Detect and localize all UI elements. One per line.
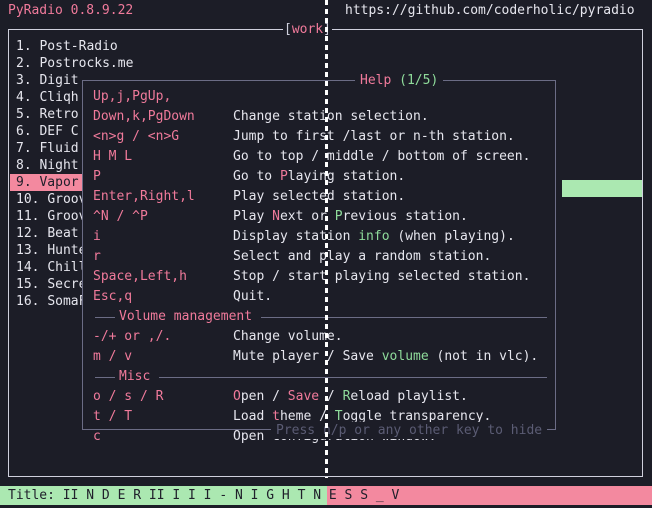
help-row: H M L Go to top / middle / bottom of scr… (83, 147, 557, 167)
help-row: r Select and play a random station. (83, 247, 557, 267)
help-section-volume-header: Volume management (83, 307, 557, 327)
help-keys: c (93, 429, 101, 444)
station-index: 7. (16, 141, 32, 156)
section-rule-right (261, 317, 547, 318)
station-index: 9. (16, 175, 32, 190)
station-name: Digit (39, 73, 79, 88)
help-dialog-body: Up,j,PgUp, Down,k,PgDown Change station … (83, 87, 557, 447)
help-row: m / v Mute player / Save volume (not in … (83, 347, 557, 367)
station-name: Fluid (39, 141, 79, 156)
station-index: 2. (16, 56, 32, 71)
help-section-label: Misc (119, 369, 151, 384)
help-desc: Change station selection. (233, 109, 429, 124)
station-index: 6. (16, 124, 32, 139)
help-row: <n>g / <n>G Jump to first /last or n-th … (83, 127, 557, 147)
station-index: 15. (16, 277, 40, 292)
help-keys: Esc,q (93, 289, 133, 304)
playlist-name: work (291, 22, 324, 37)
station-name: Groov (47, 209, 87, 224)
vertical-split-divider (325, 0, 328, 478)
help-title-page: (1/5) (399, 73, 439, 88)
help-keys: ^N / ^P (93, 209, 148, 224)
station-name: SomaF (47, 294, 87, 309)
status-bar-title-text: Title: II N D E R II I I I - N I G H T N… (8, 488, 400, 503)
help-keys: o / s / R (93, 389, 164, 404)
help-desc: Play selected station. (233, 189, 406, 204)
station-name: Groov (47, 192, 87, 207)
station-name: Secre (47, 277, 87, 292)
help-dialog: Help (1/5) Up,j,PgUp, Down,k,PgDown Chan… (82, 72, 556, 444)
help-keys: <n>g / <n>G (93, 129, 180, 144)
help-row: Esc,q Quit. (83, 287, 557, 307)
help-desc: Go to top / middle / bottom of screen. (233, 149, 531, 164)
help-keys: -/+ or ,/. (93, 329, 172, 344)
help-row: Enter,Right,l Play selected station. (83, 187, 557, 207)
help-desc: Stop / start playing selected station. (233, 269, 531, 284)
station-index: 11. (16, 209, 40, 224)
station-name: Beat (47, 226, 79, 241)
help-desc: Display station info (when playing). (233, 229, 515, 244)
section-rule-left (95, 317, 115, 318)
station-name: Vapor (39, 175, 79, 190)
station-name: Night (39, 158, 79, 173)
help-row: Space,Left,h Stop / start playing select… (83, 267, 557, 287)
terminal-screen: PyRadio 0.8.9.22 https://github.com/code… (0, 0, 652, 508)
station-list-item[interactable]: 2. Postrocks.me (10, 55, 630, 72)
help-keys: H M L (93, 149, 133, 164)
help-desc: Play Next or Previous station. (233, 209, 468, 224)
help-desc: Select and play a random station. (233, 249, 492, 264)
station-name: Retro (39, 107, 79, 122)
station-index: 13. (16, 243, 40, 258)
help-row: Up,j,PgUp, (83, 87, 557, 107)
section-rule-left (95, 377, 115, 378)
help-row: P Go to Playing station. (83, 167, 557, 187)
help-dialog-title: Help (1/5) (355, 72, 444, 89)
station-index: 4. (16, 90, 32, 105)
help-dialog-footer-hint: Press n/p or any other key to hide (271, 422, 548, 439)
help-keys: P (93, 169, 101, 184)
playing-station-highlight (562, 180, 642, 197)
help-row: o / s / R Open / Save / Reload playlist. (83, 387, 557, 407)
station-name: Postrocks.me (39, 56, 134, 71)
station-index: 8. (16, 158, 32, 173)
station-index: 3. (16, 73, 32, 88)
help-keys: r (93, 249, 101, 264)
bracket-open: [ (284, 22, 292, 37)
help-title-word: Help (360, 73, 400, 88)
station-name: Cliqh (39, 90, 79, 105)
station-index: 5. (16, 107, 32, 122)
help-desc: Mute player / Save volume (not in vlc). (233, 349, 539, 364)
help-desc: Go to Playing station. (233, 169, 406, 184)
station-name: Post-Radio (39, 39, 118, 54)
station-index: 10. (16, 192, 40, 207)
help-desc: Quit. (233, 289, 273, 304)
help-section-label: Volume management (119, 309, 253, 324)
station-name: Chill (47, 260, 87, 275)
help-keys: Enter,Right,l (93, 189, 195, 204)
station-name: Hunte (47, 243, 87, 258)
repo-url: https://github.com/coderholic/pyradio (345, 3, 635, 18)
help-desc: Open / Save / Reload playlist. (233, 389, 468, 404)
station-index: 1. (16, 39, 32, 54)
help-row: i Display station info (when playing). (83, 227, 557, 247)
help-row: ^N / ^P Play Next or Previous station. (83, 207, 557, 227)
app-title: PyRadio 0.8.9.22 (8, 3, 134, 18)
help-keys: Up,j,PgUp, (93, 89, 172, 104)
station-index: 12. (16, 226, 40, 241)
station-name: DEF C (39, 124, 79, 139)
help-keys: i (93, 229, 101, 244)
help-section-misc-header: Misc (83, 367, 557, 387)
help-keys: t / T (93, 409, 133, 424)
station-index: 16. (16, 294, 40, 309)
help-row: Down,k,PgDown Change station selection. (83, 107, 557, 127)
section-rule-right (159, 377, 547, 378)
station-list-item[interactable]: 1. Post-Radio (10, 38, 630, 55)
help-keys: Down,k,PgDown (93, 109, 195, 124)
station-list-item-selected[interactable]: 9. Vapor (10, 174, 82, 191)
station-index: 14. (16, 260, 40, 275)
help-keys: m / v (93, 349, 133, 364)
help-desc: Jump to first /last or n-th station. (233, 129, 515, 144)
help-row: -/+ or ,/. Change volume. (83, 327, 557, 347)
help-keys: Space,Left,h (93, 269, 187, 284)
